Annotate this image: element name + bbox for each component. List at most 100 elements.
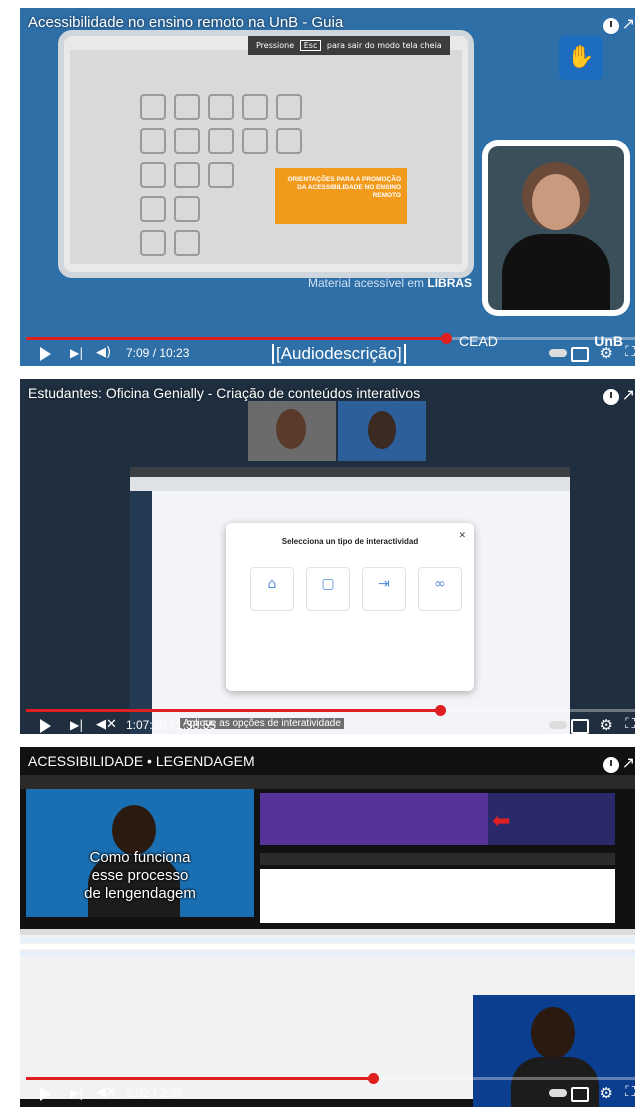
cc-icon[interactable] [571,347,589,362]
option-card: ⌂ [250,567,294,611]
go-to-icon: ⇥ [378,576,390,592]
interpreter-body [502,234,610,310]
gear-icon[interactable]: ⚙ [600,1084,613,1102]
accessibility-icon [140,94,166,120]
subtitle-toolbar [260,853,615,865]
table-row [20,951,635,956]
shared-screen: Selecciona un tipo de interactividad ✕ ⌂… [130,467,570,734]
share-icon[interactable]: ↗ [622,14,635,33]
table-row [20,937,635,942]
time-display: 7:09 / 10:23 [126,346,190,360]
option-card: ∞ [418,567,462,611]
player-controls: ▶| ◀) 7:09 / 10:23 ⚙ ⛶ [20,340,635,366]
play-icon[interactable] [40,347,51,361]
close-icon: ✕ [458,531,466,541]
autoplay-toggle-icon[interactable] [549,1089,567,1097]
watch-later-icon[interactable] [603,389,619,405]
tooltip-icon: ⌂ [267,576,277,592]
browser-address-bar [130,477,570,491]
interpreter-video [488,146,624,310]
video-player-3[interactable]: ACESSIBILIDADE • LEGENDAGEM ↗ Como funci… [20,747,635,1107]
autoplay-toggle-icon[interactable] [549,721,567,729]
editor-toolbar [20,775,635,789]
video-player-1[interactable]: Acessibilidade no ensino remoto na UnB -… [20,8,635,366]
host-head [531,1007,575,1059]
time-display: 2:02 / 3:36 [126,1086,183,1100]
next-icon[interactable]: ▶| [70,718,83,732]
fullscreen-icon[interactable]: ⛶ [625,1084,635,1100]
gear-icon[interactable]: ⚙ [600,716,613,734]
participant-face [368,411,396,449]
accessibility-icon [174,128,200,154]
subtitle-text-area [260,869,615,923]
subtitle-line: de lengendagem [84,885,196,902]
banner-text: Pressione [256,41,295,50]
volume-muted-icon[interactable]: ◀✕ [96,717,117,732]
gear-icon[interactable]: ⚙ [600,344,613,362]
share-icon[interactable]: ↗ [622,753,635,772]
accessibility-icon [174,196,200,222]
banner-text: para sair do modo tela cheia [326,41,442,50]
fullscreen-icon[interactable]: ⛶ [625,344,635,360]
player-controls: ▶| ◀✕ 2:02 / 3:36 ⚙ ⛶ [20,1080,635,1107]
accessibility-icon [242,94,268,120]
fullscreen-exit-banner: Pressione Esc para sair do modo tela che… [248,36,450,55]
grid-header [20,929,635,935]
preview-video: Como funciona esse processo de lengendag… [26,789,254,917]
interpreter-face [532,174,580,230]
cc-icon[interactable] [571,719,589,734]
participant-face [276,409,306,449]
video-title[interactable]: Acessibilidade no ensino remoto na UnB -… [28,14,343,31]
accessibility-icon [174,94,200,120]
time-display: 1:07:38 / 1:38:55 [126,718,217,732]
share-icon[interactable]: ↗ [622,385,635,404]
esc-key: Esc [299,40,322,51]
table-row [20,944,635,949]
watch-later-icon[interactable] [603,18,619,34]
slide-heading: ORIENTAÇÕES PARA A PROMOÇÃO DA ACESSIBIL… [287,176,401,200]
play-icon[interactable] [40,1087,51,1101]
browser-tabs [130,467,570,477]
autoplay-toggle-icon[interactable] [549,349,567,357]
video-title[interactable]: ACESSIBILIDADE • LEGENDAGEM [28,753,255,769]
fullscreen-icon[interactable]: ⛶ [625,716,635,732]
libras-text: Material acessível em [308,276,425,290]
window-icon: ▢ [321,576,335,592]
accessibility-icon [174,230,200,256]
subtitle-line: Como funciona [89,849,191,866]
arrow-left-icon: ⬅ [492,809,511,834]
video-title[interactable]: Estudantes: Oficina Genially - Criação d… [28,385,420,401]
accessibility-icon [242,128,268,154]
play-icon[interactable] [40,719,51,733]
slide-frame: ORIENTAÇÕES PARA A PROMOÇÃO DA ACESSIBIL… [58,30,474,278]
burned-subtitle: Como funciona esse processo de lengendag… [26,849,254,903]
accessibility-icon [140,230,166,256]
accessibility-icon [276,128,302,154]
cc-icon[interactable] [571,1087,589,1102]
waveform-panel: ⬅ [260,793,615,845]
participant-camera [338,401,426,461]
libras-note: Material acessível em LIBRAS [308,276,472,290]
accessibility-icon [276,94,302,120]
participant-camera [248,401,336,461]
accessibility-icon [208,94,234,120]
sign-language-badge-icon: ✋ [559,36,603,80]
link-icon: ∞ [434,576,446,592]
next-icon[interactable]: ▶| [70,346,83,360]
sign-language-interpreter-frame [482,140,630,316]
volume-icon[interactable]: ◀) [96,345,111,360]
accessibility-icon [174,162,200,188]
volume-muted-icon[interactable]: ◀✕ [96,1085,117,1100]
slide-content: ORIENTAÇÕES PARA A PROMOÇÃO DA ACESSIBIL… [70,50,462,264]
video-player-2[interactable]: Estudantes: Oficina Genially - Criação d… [20,379,635,734]
slide-title-box: ORIENTAÇÕES PARA A PROMOÇÃO DA ACESSIBIL… [275,168,407,224]
subtitle-line: esse processo [91,867,189,884]
accessibility-icon [140,162,166,188]
player-controls: ▶| ◀✕ 1:07:38 / 1:38:55 ⚙ ⛶ [20,712,635,734]
watch-later-icon[interactable] [603,757,619,773]
modal-title: Selecciona un tipo de interactividad [281,537,419,546]
host-head [112,805,156,855]
next-icon[interactable]: ▶| [70,1086,83,1100]
waveform-selection [260,793,488,845]
app-sidebar [130,491,152,734]
